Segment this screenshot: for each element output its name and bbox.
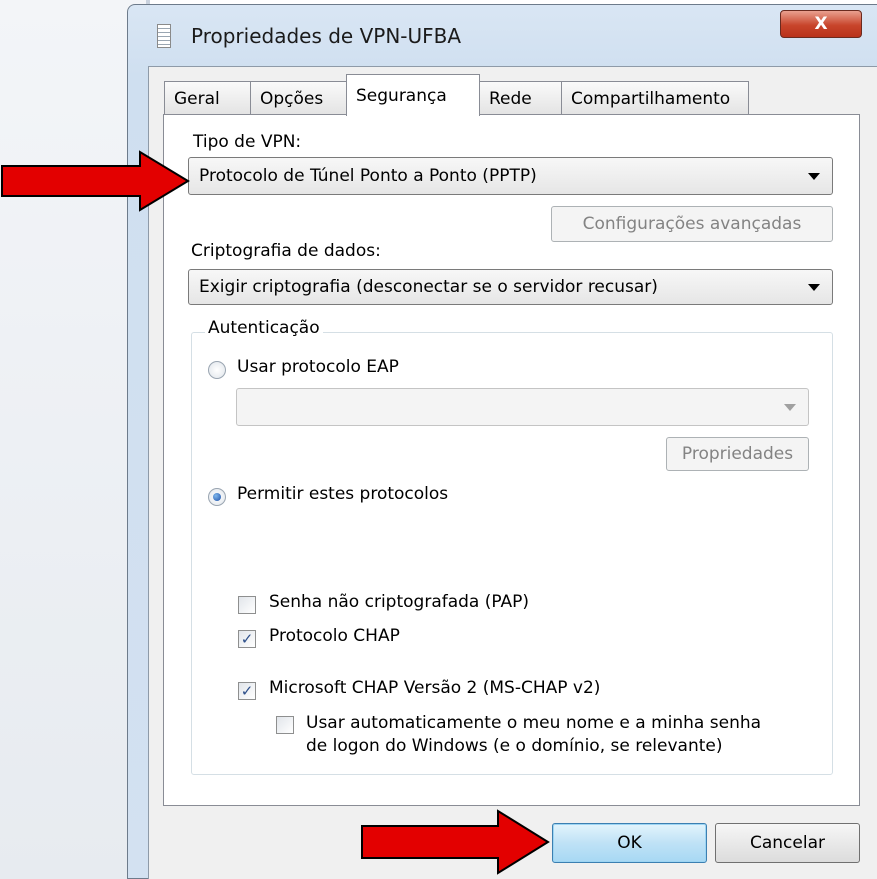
vpn-type-selected: Protocolo de Túnel Ponto a Ponto (PPTP) [199, 166, 537, 186]
window-title: Propriedades de VPN-UFBA [191, 24, 462, 48]
tab-rede[interactable]: Rede [479, 81, 562, 115]
encryption-label: Criptografia de dados: [191, 241, 381, 261]
button-label: Propriedades [681, 444, 794, 464]
tab-label: Rede [489, 88, 532, 109]
tab-geral[interactable]: Geral [164, 81, 251, 115]
auto-logon-checkbox[interactable] [276, 716, 294, 734]
eap-method-select[interactable] [236, 388, 809, 426]
dropdown-arrow-icon [784, 404, 796, 411]
tab-seguranca[interactable]: Segurança [346, 74, 480, 116]
tab-label: Opções [260, 88, 324, 109]
tab-label: Segurança [356, 85, 447, 106]
authentication-legend: Autenticação [205, 318, 323, 338]
vpn-type-select[interactable]: Protocolo de Túnel Ponto a Ponto (PPTP) [188, 157, 833, 195]
dropdown-arrow-icon [808, 173, 820, 180]
chap-label: Protocolo CHAP [269, 626, 400, 646]
pap-label: Senha não criptografada (PAP) [269, 592, 530, 612]
annotation-arrow-icon [1, 150, 190, 212]
close-icon: X [814, 14, 828, 34]
eap-radio-label: Usar protocolo EAP [237, 357, 399, 377]
pap-checkbox[interactable] [238, 596, 256, 614]
cancel-button[interactable]: Cancelar [715, 823, 860, 863]
ok-button[interactable]: OK [552, 823, 707, 863]
dropdown-arrow-icon [808, 284, 820, 291]
auto-logon-line-2: de logon do Windows (e o domínio, se rel… [306, 736, 723, 756]
mschap-v2-label: Microsoft CHAP Versão 2 (MS-CHAP v2) [269, 678, 601, 698]
encryption-select[interactable]: Exigir criptografia (desconectar se o se… [188, 269, 833, 305]
button-label: Cancelar [750, 833, 825, 853]
tab-compartilhamento[interactable]: Compartilhamento [561, 81, 749, 115]
eap-radio[interactable] [208, 361, 226, 379]
vpn-type-label: Tipo de VPN: [193, 132, 302, 152]
encryption-selected: Exigir criptografia (desconectar se o se… [199, 277, 658, 297]
tab-opcoes[interactable]: Opções [250, 81, 347, 115]
annotation-arrow-icon [361, 809, 550, 875]
button-label: Configurações avançadas [582, 214, 802, 234]
chap-checkbox[interactable]: ✓ [238, 630, 256, 648]
tab-label: Compartilhamento [571, 88, 731, 109]
document-icon [157, 24, 171, 48]
checkmark-icon: ✓ [240, 629, 254, 648]
mschap-v2-checkbox[interactable]: ✓ [238, 682, 256, 700]
auto-logon-label: Usar automaticamente o meu nome e a minh… [306, 712, 761, 758]
allow-protocols-radio[interactable] [208, 488, 226, 506]
properties-button[interactable]: Propriedades [666, 437, 809, 471]
checkmark-icon: ✓ [240, 681, 254, 700]
advanced-settings-button[interactable]: Configurações avançadas [551, 206, 833, 242]
allow-protocols-label: Permitir estes protocolos [237, 484, 449, 504]
button-label: OK [617, 833, 642, 853]
tab-label: Geral [174, 88, 220, 109]
close-button[interactable]: X [780, 10, 862, 38]
auto-logon-line-1: Usar automaticamente o meu nome e a minh… [306, 713, 762, 733]
